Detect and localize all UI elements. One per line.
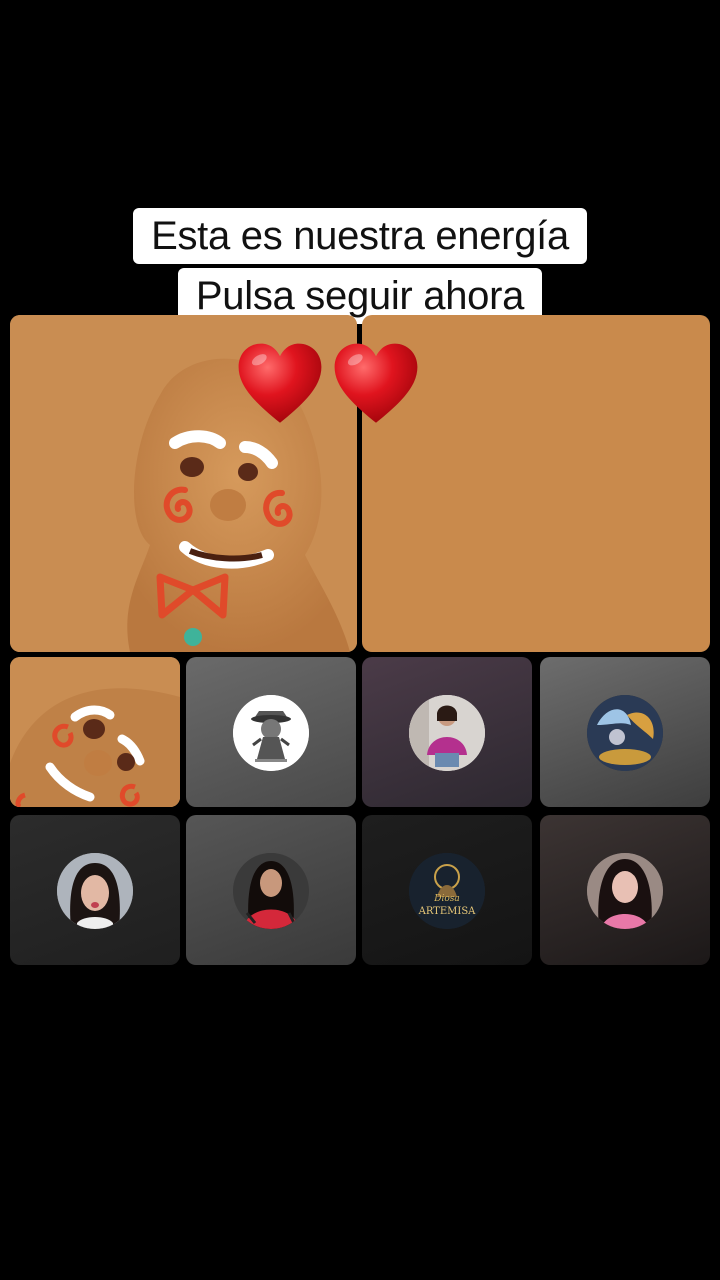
participant-tile-4[interactable] (10, 815, 180, 965)
participant-cat-warrior-avatar (233, 695, 309, 771)
caption-line-1: Esta es nuestra energía (133, 208, 587, 264)
participant-woman-pink-shawl-avatar (409, 695, 485, 771)
hearts-group (235, 340, 421, 430)
participant-tile-6[interactable]: Diosa ARTEMISA (362, 815, 532, 965)
participant-woman-selfie-avatar (57, 853, 133, 929)
participant-tile-1[interactable] (186, 657, 356, 807)
participant-fantasy-art-avatar (587, 695, 663, 771)
participant-tile-2[interactable] (362, 657, 532, 807)
svg-text:ARTEMISA: ARTEMISA (418, 906, 477, 917)
gingerbread-closeup-tile[interactable] (10, 657, 180, 807)
heart-icon (334, 343, 418, 423)
participant-woman-pink-avatar (587, 853, 663, 929)
participant-diosa-artemisa-avatar: Diosa ARTEMISA (409, 853, 485, 929)
participant-tile-3[interactable] (540, 657, 710, 807)
heart-icon (238, 343, 322, 423)
participant-tile-7[interactable] (540, 815, 710, 965)
caption-line-1-wrap: Esta es nuestra energía (0, 208, 720, 264)
gingerbread-closeup-image (10, 657, 180, 807)
svg-text:Diosa: Diosa (433, 894, 460, 904)
participant-tile-5[interactable] (186, 815, 356, 965)
participant-woman-red-top-avatar (233, 853, 309, 929)
